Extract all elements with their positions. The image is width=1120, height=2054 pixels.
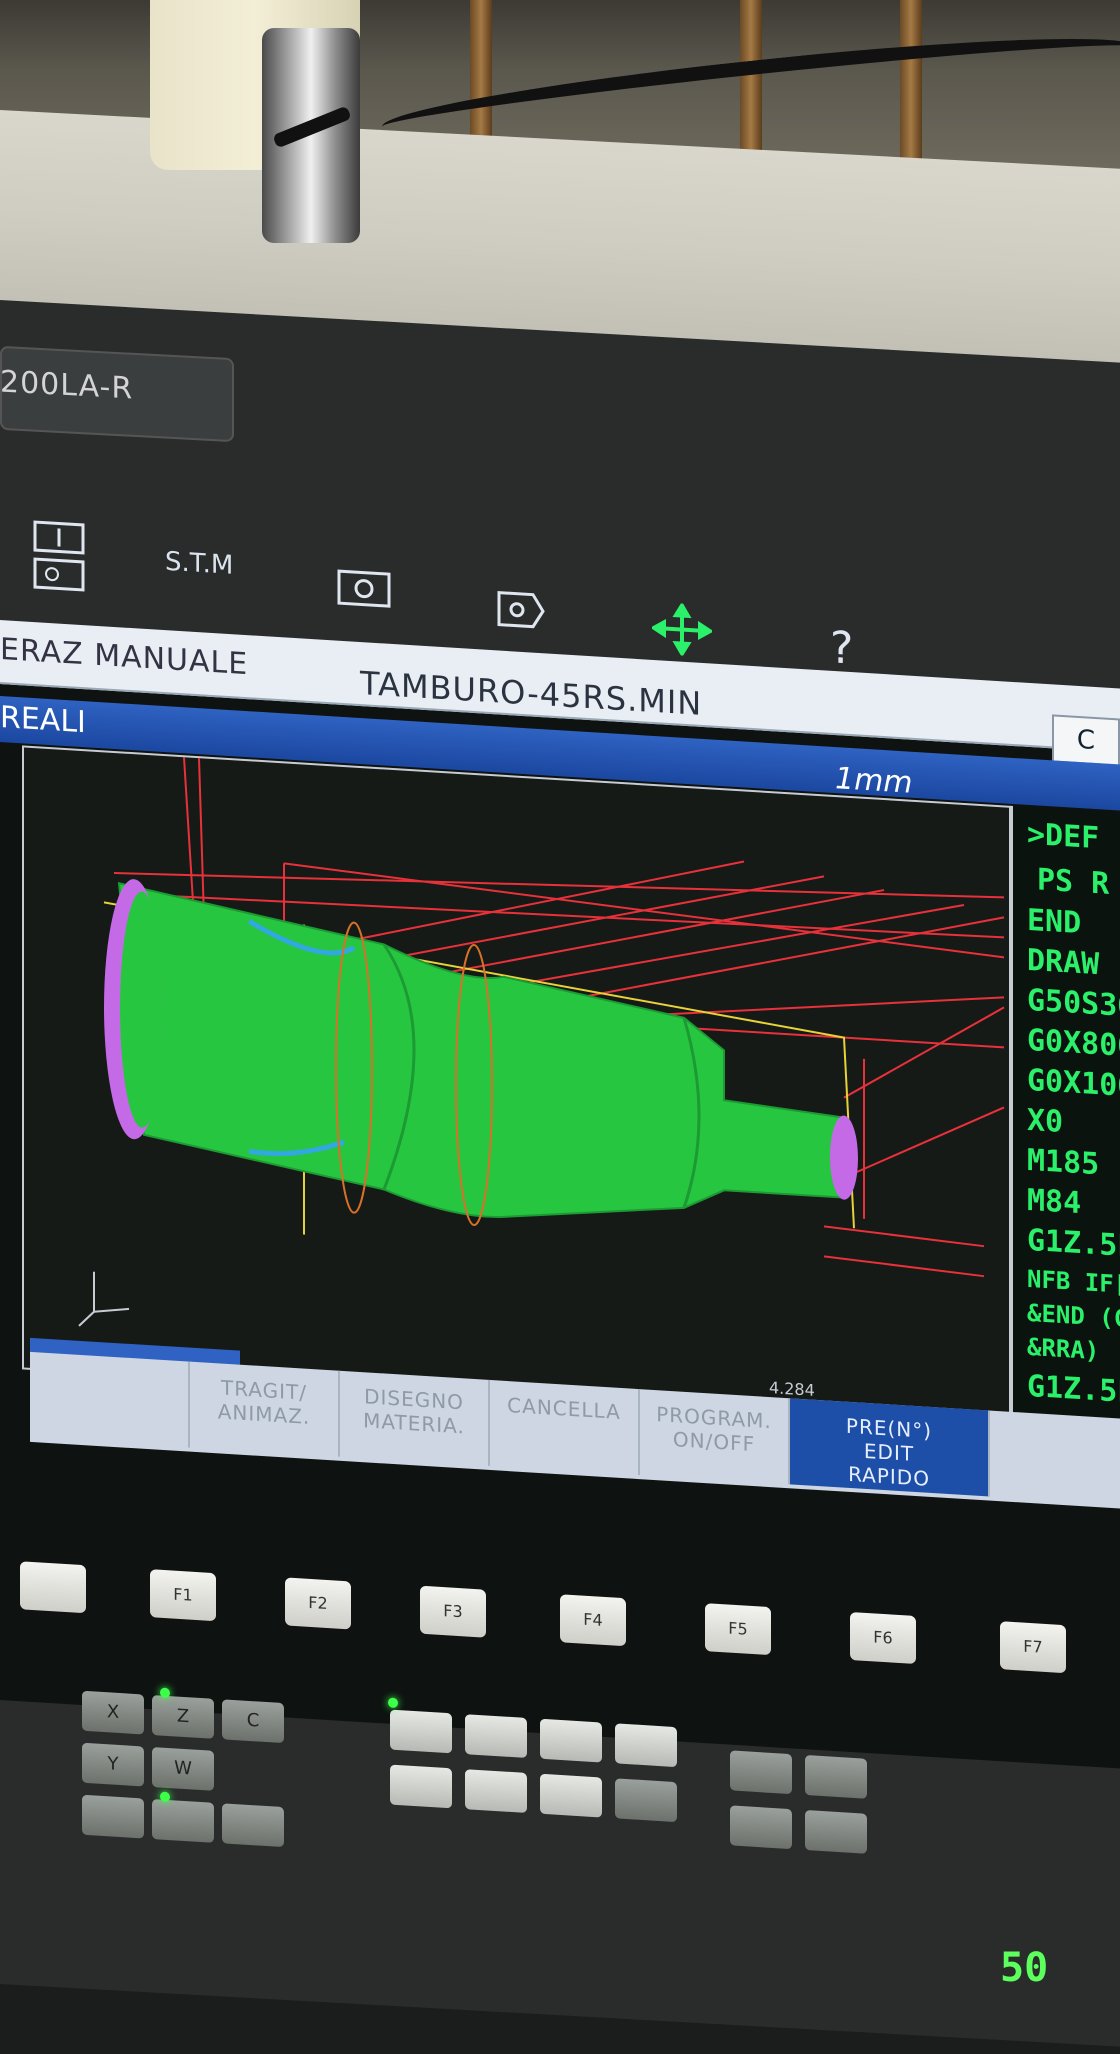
program-line: NFB IF[VDI xyxy=(1027,1264,1120,1302)
axis-triad-icon xyxy=(78,1271,130,1327)
function-key-f3[interactable]: F3 xyxy=(420,1585,486,1638)
jog-key[interactable] xyxy=(465,1769,527,1813)
program-line: G1Z.5F10 xyxy=(1027,1368,1120,1413)
function-key-f7[interactable]: F7 xyxy=(1000,1621,1066,1674)
function-key-f4[interactable]: F4 xyxy=(560,1594,626,1647)
mode-key[interactable] xyxy=(805,1754,867,1799)
status-led xyxy=(160,1687,170,1699)
mode-key[interactable] xyxy=(730,1750,792,1795)
softkey-disegno-materia[interactable]: DISEGNO MATERIA. xyxy=(340,1370,490,1466)
program-line: DRAW xyxy=(1027,942,1100,983)
key-aux[interactable] xyxy=(82,1794,144,1839)
status-led xyxy=(160,1791,170,1803)
jog-key[interactable] xyxy=(540,1773,602,1818)
key-x[interactable]: X xyxy=(82,1690,144,1735)
stm-button[interactable]: S.T.M xyxy=(165,547,233,581)
softkey-cancella[interactable]: CANCELLA xyxy=(490,1379,640,1476)
program-line: M185 xyxy=(1027,1142,1100,1183)
softkey-pre-edit-rapido[interactable]: PRE(N°) EDIT RAPIDO xyxy=(790,1398,990,1497)
key-c[interactable]: C xyxy=(222,1699,284,1744)
softkey-program-onoff[interactable]: PROGRAM. ON/OFF xyxy=(640,1389,790,1485)
simulation-view[interactable]: 4.284 xyxy=(22,745,1011,1430)
axis-move-icon[interactable] xyxy=(650,601,714,667)
function-key-f6[interactable]: F6 xyxy=(850,1611,916,1665)
model-label: 200LA-R xyxy=(0,364,134,407)
program-line: G1Z.5F10 xyxy=(1027,1222,1120,1267)
jog-key[interactable] xyxy=(390,1709,452,1754)
program-listing[interactable]: >DEF PS R END DRAW G50S30 G0X800Z G0X100… xyxy=(1010,805,1120,1434)
program-line: M84 xyxy=(1027,1182,1082,1222)
program-line: &RRA) xyxy=(1027,1332,1100,1366)
workpiece-view-icon[interactable] xyxy=(335,565,395,622)
jog-key[interactable] xyxy=(615,1723,677,1768)
help-icon[interactable]: ? xyxy=(830,622,853,674)
jog-key[interactable] xyxy=(540,1718,602,1763)
status-led xyxy=(388,1697,398,1709)
mode-key[interactable] xyxy=(730,1805,792,1850)
key-z[interactable]: Z xyxy=(152,1695,214,1739)
spindle-led-display: 50 xyxy=(1000,1945,1049,1991)
operation-mode: ERAZ MANUALE xyxy=(0,632,249,683)
key-y[interactable]: Y xyxy=(82,1742,144,1787)
program-line: G0X100Z xyxy=(1027,1062,1120,1106)
program-line: >DEF xyxy=(1027,816,1100,857)
function-key-back[interactable] xyxy=(20,1561,86,1614)
softkey-tragit-animaz[interactable]: TRAGIT/ ANIMAZ. xyxy=(190,1361,340,1457)
corner-status-icon[interactable]: C xyxy=(1052,714,1120,767)
key-aux[interactable] xyxy=(222,1803,284,1848)
program-line: G0X800Z xyxy=(1027,1022,1120,1066)
jog-key[interactable] xyxy=(465,1714,527,1758)
jog-key[interactable] xyxy=(615,1778,677,1823)
tool-view-icon[interactable] xyxy=(495,586,547,642)
program-line: END xyxy=(1027,902,1082,942)
program-icon[interactable] xyxy=(30,517,90,610)
axis-keypad: X Z C Y W xyxy=(70,1687,1120,2054)
program-line: PS R xyxy=(1037,862,1110,902)
key-w[interactable]: W xyxy=(152,1747,214,1791)
program-line: G50S30 xyxy=(1027,982,1120,1025)
program-line: &END (CONT xyxy=(1027,1298,1120,1336)
program-line: X0 xyxy=(1027,1102,1064,1141)
mode-key[interactable] xyxy=(805,1809,867,1854)
jog-key[interactable] xyxy=(390,1764,452,1809)
function-key-f5[interactable]: F5 xyxy=(705,1603,771,1656)
function-key-f1[interactable]: F1 xyxy=(150,1569,216,1622)
program-filename: TAMBURO-45RS.MIN xyxy=(360,664,703,723)
turned-part xyxy=(104,879,858,1226)
softkey-back[interactable] xyxy=(30,1351,190,1448)
key-aux[interactable] xyxy=(152,1799,214,1843)
function-key-f2[interactable]: F2 xyxy=(285,1577,351,1630)
view-mode-label: REALI xyxy=(0,700,86,741)
